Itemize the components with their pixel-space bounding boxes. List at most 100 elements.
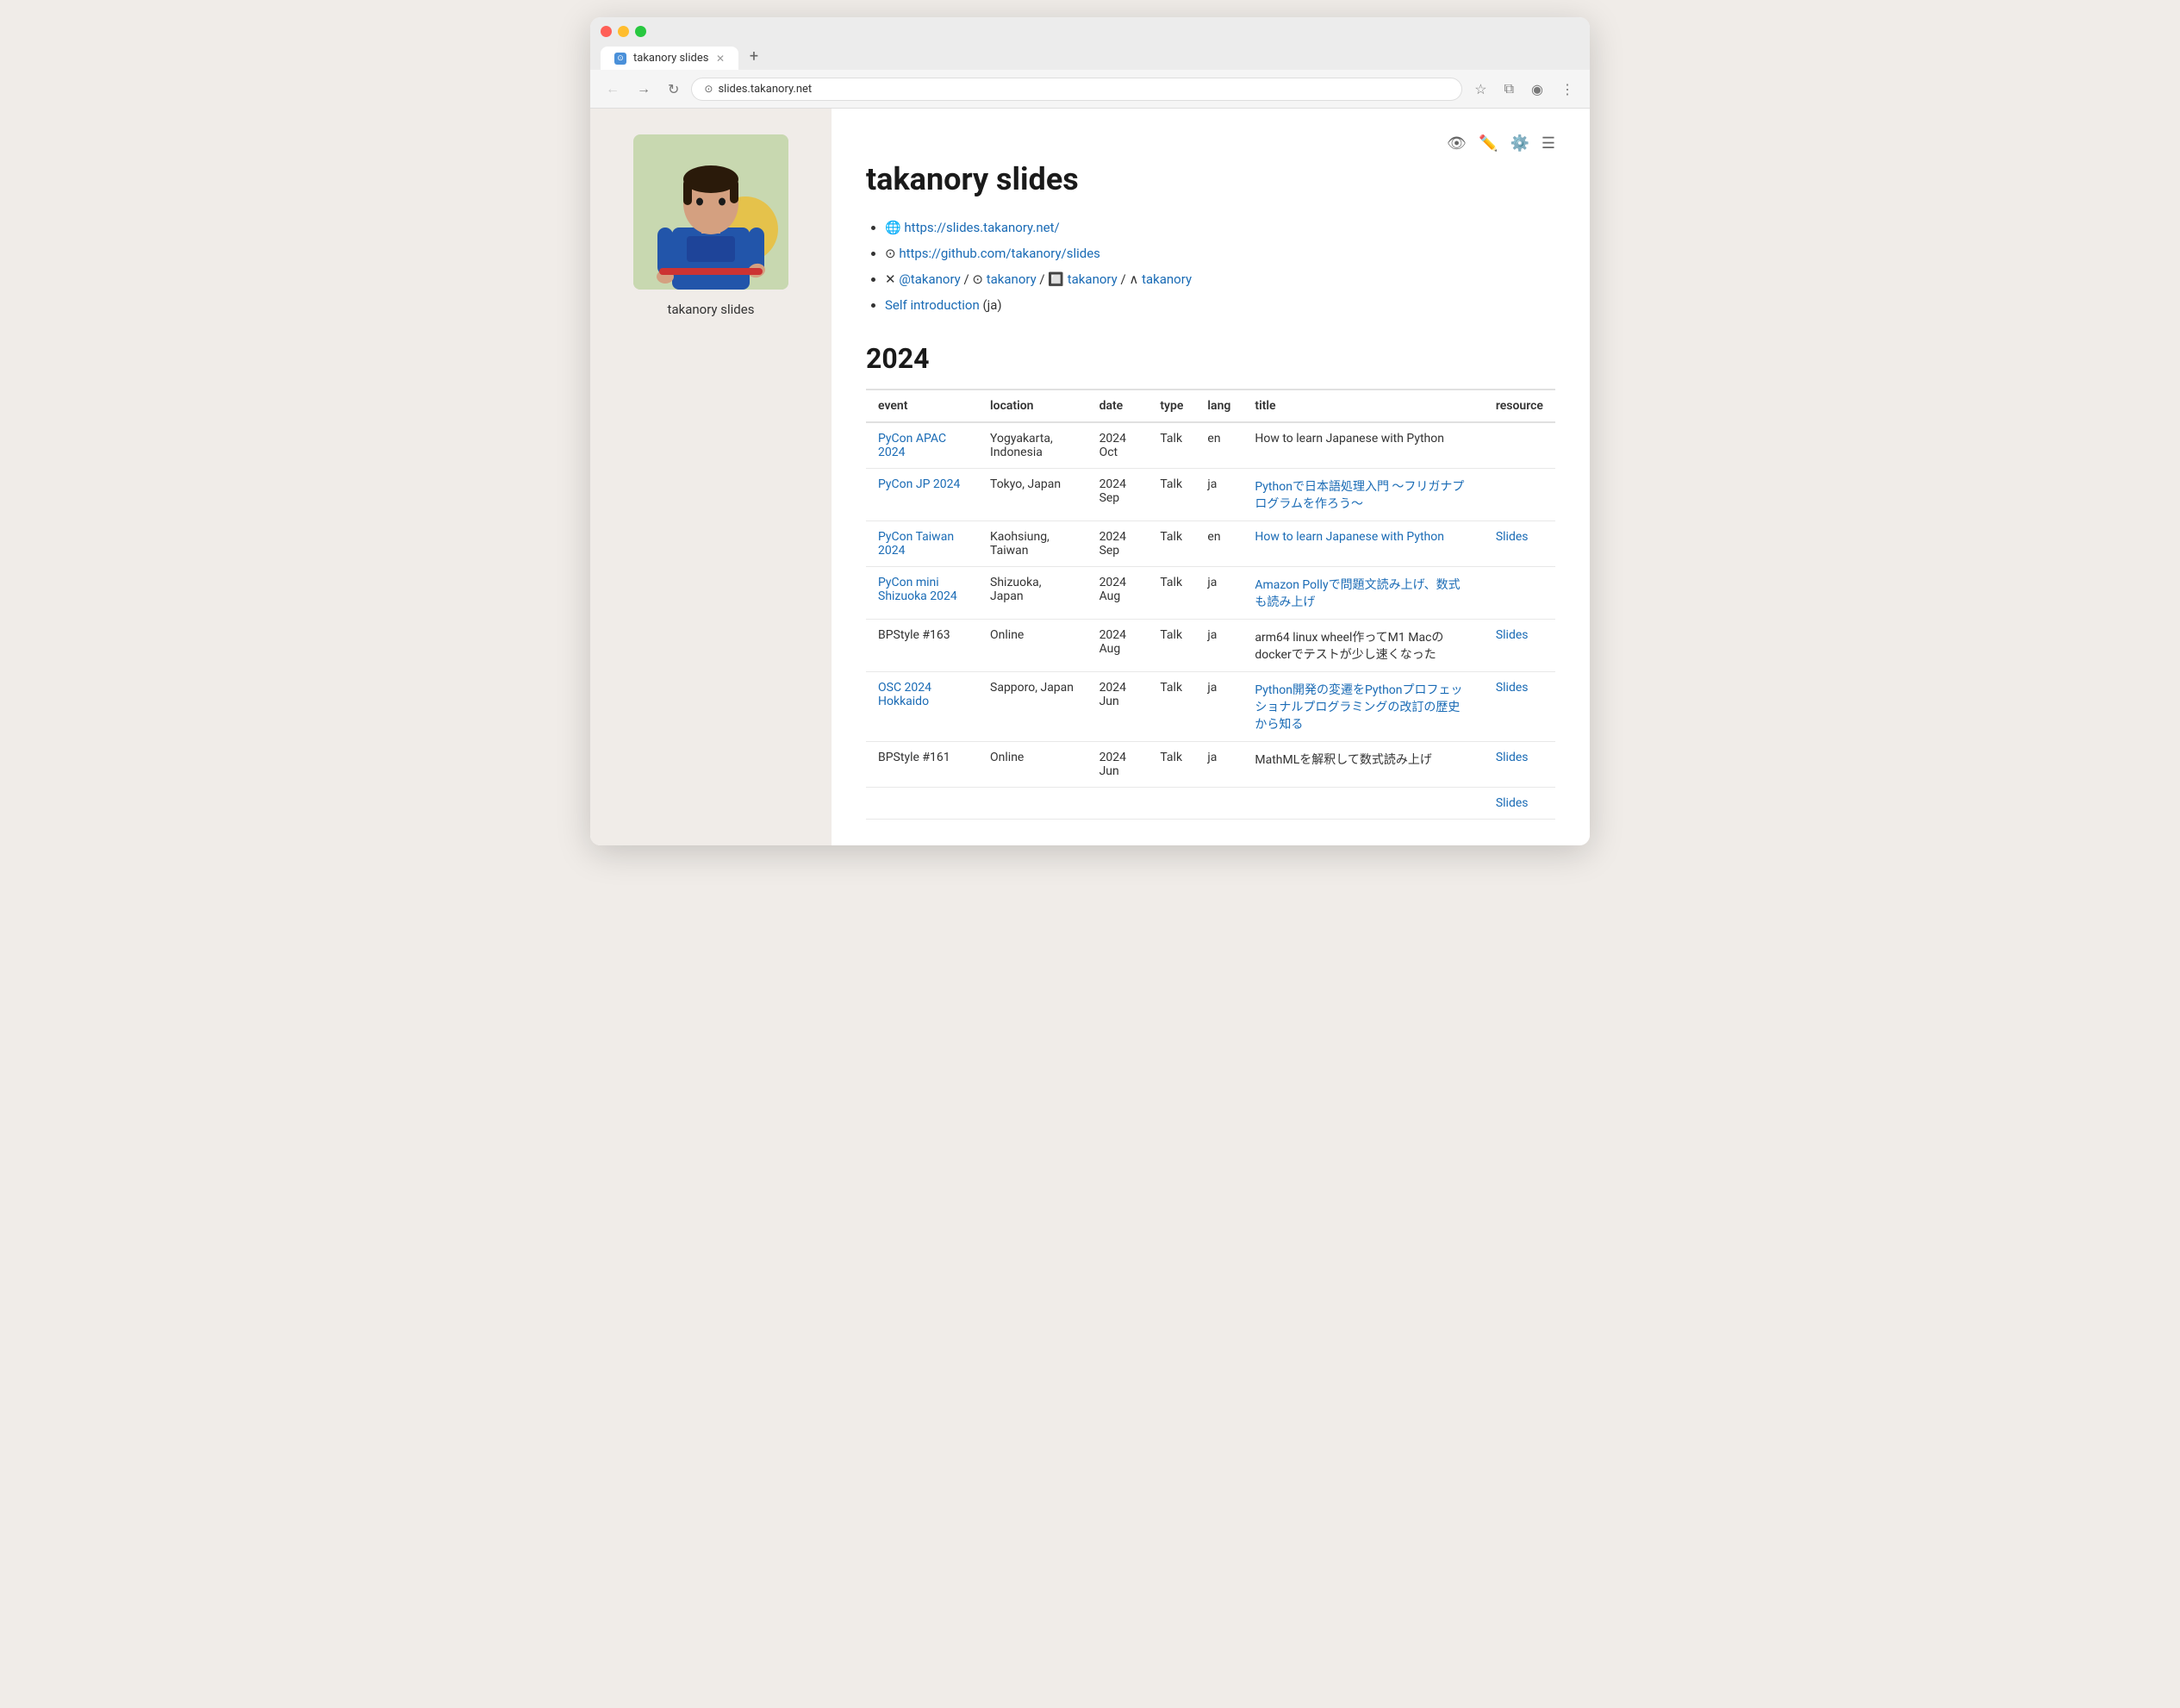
website-link[interactable]: https://slides.takanory.net/ [904, 220, 1059, 235]
title-link[interactable]: Pythonで日本語処理入門 〜フリガナプログラムを作ろう〜 [1255, 480, 1464, 511]
cell-resource[interactable]: Slides [1484, 521, 1555, 567]
cell-type: Talk [1148, 742, 1195, 788]
minimize-button[interactable] [618, 26, 629, 37]
resource-link[interactable]: Slides [1496, 751, 1529, 764]
list-item-website: 🌐 https://slides.takanory.net/ [885, 215, 1555, 240]
tab-title: takanory slides [633, 52, 708, 65]
avatar [633, 134, 788, 290]
resource-link[interactable]: Slides [1496, 796, 1529, 810]
cell-lang: en [1195, 521, 1243, 567]
eye-icon[interactable]: 👁 [1447, 134, 1467, 153]
event-link[interactable]: PyCon Taiwan 2024 [878, 530, 954, 558]
self-intro-link[interactable]: Self introduction [885, 297, 980, 313]
col-type: type [1148, 390, 1195, 422]
sidebar-name: takanory slides [668, 302, 755, 317]
maximize-button[interactable] [635, 26, 646, 37]
resource-link[interactable]: Slides [1496, 681, 1529, 695]
reload-button[interactable]: ↻ [663, 78, 684, 101]
table-row: Slides [866, 788, 1555, 820]
event-link[interactable]: PyCon APAC 2024 [878, 432, 946, 459]
cell-event: BPStyle #161 [866, 742, 978, 788]
title-link[interactable]: Python開発の変遷をPythonプロフェッショナルプログラミングの改訂の歴史… [1255, 683, 1462, 732]
address-text: slides.takanory.net [718, 83, 812, 96]
col-resource: resource [1484, 390, 1555, 422]
cell-lang: ja [1195, 672, 1243, 742]
bookmark-icon[interactable]: ☆ [1469, 78, 1492, 101]
cell-title: arm64 linux wheel作ってM1 Macのdockerでテストが少し… [1243, 620, 1483, 672]
cell-event [866, 788, 978, 820]
col-location: location [978, 390, 1087, 422]
tab-close-icon[interactable]: ✕ [716, 53, 725, 65]
col-title: title [1243, 390, 1483, 422]
title-link[interactable]: Amazon Pollyで問題文読み上げ、数式も読み上げ [1255, 578, 1460, 609]
settings-icon[interactable]: ⚙️ [1510, 134, 1529, 153]
event-link[interactable]: PyCon mini Shizuoka 2024 [878, 576, 957, 603]
table-row: PyCon APAC 2024Yogyakarta, Indonesia2024… [866, 422, 1555, 469]
col-lang: lang [1195, 390, 1243, 422]
cell-resource[interactable]: Slides [1484, 742, 1555, 788]
github-link[interactable]: https://github.com/takanory/slides [899, 246, 1100, 261]
cell-type: Talk [1148, 422, 1195, 469]
cell-title[interactable]: How to learn Japanese with Python [1243, 521, 1483, 567]
new-tab-button[interactable]: + [742, 44, 766, 68]
forward-button[interactable]: → [632, 77, 656, 101]
list-icon[interactable]: ☰ [1542, 134, 1555, 153]
title-link[interactable]: How to learn Japanese with Python [1255, 530, 1444, 544]
cell-event[interactable]: OSC 2024 Hokkaido [866, 672, 978, 742]
globe-icon: 🌐 [885, 220, 901, 235]
table-row: PyCon Taiwan 2024Kaohsiung, Taiwan2024 S… [866, 521, 1555, 567]
cell-resource[interactable]: Slides [1484, 672, 1555, 742]
page-title: takanory slides [866, 161, 1555, 197]
linkedin-link[interactable]: takanory [1068, 271, 1118, 287]
cell-event[interactable]: PyCon APAC 2024 [866, 422, 978, 469]
github2-link[interactable]: takanory [987, 271, 1037, 287]
cell-date: 2024 Aug [1087, 620, 1149, 672]
cell-date: 2024 Sep [1087, 469, 1149, 521]
connpass-link[interactable]: takanory [1142, 271, 1192, 287]
list-item-github: ⊙ https://github.com/takanory/slides [885, 240, 1555, 266]
twitter-link[interactable]: @takanory [899, 271, 960, 287]
event-link[interactable]: PyCon JP 2024 [878, 477, 960, 491]
cell-lang: ja [1195, 742, 1243, 788]
cell-event[interactable]: PyCon mini Shizuoka 2024 [866, 567, 978, 620]
cell-resource [1484, 469, 1555, 521]
sidebar: takanory slides [590, 109, 832, 845]
table-row: PyCon mini Shizuoka 2024Shizuoka, Japan2… [866, 567, 1555, 620]
cell-event[interactable]: PyCon JP 2024 [866, 469, 978, 521]
cell-resource [1484, 422, 1555, 469]
cell-date: 2024 Jun [1087, 742, 1149, 788]
cell-resource[interactable]: Slides [1484, 788, 1555, 820]
cell-location: Sapporo, Japan [978, 672, 1087, 742]
cell-type [1148, 788, 1195, 820]
cell-lang [1195, 788, 1243, 820]
cell-location: Tokyo, Japan [978, 469, 1087, 521]
separator-1: / ⊙ [964, 271, 987, 287]
separator-2: / 🔲 [1039, 271, 1067, 287]
links-list: 🌐 https://slides.takanory.net/ ⊙ https:/… [866, 215, 1555, 318]
resource-link[interactable]: Slides [1496, 530, 1529, 544]
profile-icon[interactable]: ◉ [1526, 78, 1548, 101]
cell-lang: en [1195, 422, 1243, 469]
cell-title[interactable]: Python開発の変遷をPythonプロフェッショナルプログラミングの改訂の歴史… [1243, 672, 1483, 742]
cell-title[interactable]: Pythonで日本語処理入門 〜フリガナプログラムを作ろう〜 [1243, 469, 1483, 521]
more-menu-icon[interactable]: ⋮ [1555, 78, 1579, 101]
cell-date: 2024 Sep [1087, 521, 1149, 567]
cell-resource[interactable]: Slides [1484, 620, 1555, 672]
event-link[interactable]: OSC 2024 Hokkaido [878, 681, 931, 708]
cell-title[interactable]: Amazon Pollyで問題文読み上げ、数式も読み上げ [1243, 567, 1483, 620]
close-button[interactable] [601, 26, 612, 37]
browser-toolbar: ← → ↻ ⊙ slides.takanory.net ☆ ⧉ ◉ ⋮ [590, 70, 1590, 109]
back-button[interactable]: ← [601, 77, 625, 101]
extensions-icon[interactable]: ⧉ [1499, 77, 1519, 101]
active-tab[interactable]: ⊙ takanory slides ✕ [601, 47, 738, 70]
cell-lang: ja [1195, 469, 1243, 521]
pencil-icon[interactable]: ✏️ [1479, 134, 1498, 153]
top-icons: 👁 ✏️ ⚙️ ☰ [866, 134, 1555, 153]
cell-type: Talk [1148, 567, 1195, 620]
cell-date: 2024 Jun [1087, 672, 1149, 742]
resource-link[interactable]: Slides [1496, 628, 1529, 642]
address-bar[interactable]: ⊙ slides.takanory.net [691, 78, 1462, 101]
cell-event: BPStyle #163 [866, 620, 978, 672]
list-item-social: ✕ @takanory / ⊙ takanory / 🔲 takanory / … [885, 266, 1555, 292]
cell-event[interactable]: PyCon Taiwan 2024 [866, 521, 978, 567]
